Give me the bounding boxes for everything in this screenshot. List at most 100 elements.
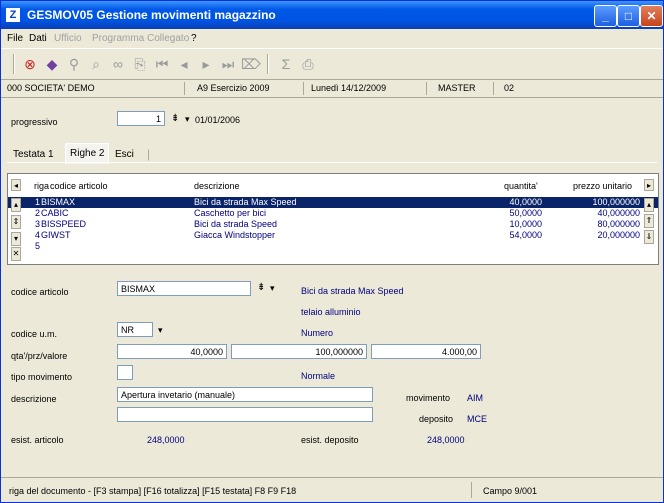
insert-icon[interactable]: ⎘ [131, 55, 149, 73]
movimento-value: AIM [467, 393, 484, 403]
tab-divider: | [147, 147, 151, 161]
status-field-counter: Campo 9/001 [483, 486, 538, 496]
search-icon[interactable]: ⚲ [65, 55, 83, 73]
row-up-button[interactable]: ▴ [11, 198, 21, 212]
row-riga: 5 [34, 241, 40, 251]
deposito-value: MCE [467, 414, 487, 424]
toolbar-grip [13, 54, 15, 74]
codice-um-label: codice u.m. [11, 329, 58, 339]
maximize-button[interactable]: □ [617, 5, 640, 27]
close-button[interactable]: ✕ [640, 5, 663, 27]
lookup-icon[interactable]: ⇟ [171, 113, 179, 124]
table-row[interactable]: 3 BISSPEED Bici da strada Speed 10,0000 … [8, 219, 658, 230]
menu-ufficio[interactable]: Ufficio [54, 33, 82, 44]
info-bar: 000 SOCIETA' DEMO A9 Esercizio 2009 Lune… [1, 81, 663, 98]
find-icon[interactable]: ⌕ [87, 55, 105, 73]
row-prezzo: 80,000000 [597, 219, 640, 229]
row-quantita: 50,0000 [509, 208, 542, 218]
esist-articolo-value: 248,0000 [147, 435, 185, 445]
row-quantita: 40,0000 [509, 197, 542, 207]
lookup-icon[interactable]: ⇟ [257, 282, 265, 293]
grid-header: riga codice articolo descrizione quantit… [8, 176, 658, 191]
first-record-icon[interactable]: ⏮ [153, 55, 171, 73]
dropdown-icon[interactable]: ▾ [158, 325, 163, 336]
row-riga: 2 [34, 208, 40, 218]
row-delete-button[interactable]: ✕ [11, 247, 21, 261]
next-record-icon[interactable]: ▸ [197, 55, 215, 73]
row-down-button[interactable]: ▾ [11, 232, 21, 246]
last-record-icon[interactable]: ⏭ [219, 55, 237, 73]
status-hint: riga del documento - [F3 stampa] [F16 to… [9, 486, 297, 496]
page-up-button[interactable]: ⇑ [644, 214, 654, 228]
dropdown-icon[interactable]: ▾ [270, 283, 275, 294]
row-descrizione: Giacca Windstopper [194, 230, 276, 240]
row-prezzo: 40,000000 [597, 208, 640, 218]
sum-icon[interactable]: Σ [277, 55, 295, 73]
window-title: GESMOV05 Gestione movimenti magazzino [27, 8, 276, 22]
codice-articolo-label: codice articolo [11, 287, 69, 297]
col-prezzo-unitario[interactable]: prezzo unitario [573, 181, 632, 191]
info-separator [426, 82, 427, 95]
cancel-icon[interactable]: ⊗ [21, 55, 39, 73]
row-riga: 1 [34, 197, 40, 207]
col-codice-articolo[interactable]: codice articolo [50, 181, 108, 191]
rows-grid[interactable]: riga codice articolo descrizione quantit… [7, 173, 659, 265]
codice-um-input[interactable]: NR [117, 322, 153, 337]
menu-programma-collegato[interactable]: Programma Collegato [92, 33, 189, 44]
row-insert-button[interactable]: ⇕ [11, 215, 21, 229]
scroll-right-button[interactable]: ▸ [644, 179, 654, 191]
codice-articolo-input[interactable]: BISMAX [117, 281, 251, 296]
menu-dati[interactable]: Dati [29, 33, 47, 44]
row-riga: 3 [34, 219, 40, 229]
col-riga[interactable]: riga [34, 181, 49, 191]
col-descrizione[interactable]: descrizione [194, 181, 240, 191]
row-riga: 4 [34, 230, 40, 240]
descrizione-input-2[interactable] [117, 407, 373, 422]
table-row[interactable]: 4 GIWST Giacca Windstopper 54,0000 20,00… [8, 230, 658, 241]
table-row[interactable]: 5 [8, 241, 658, 252]
um-description: Numero [301, 328, 334, 338]
binoculars-icon[interactable]: ∞ [109, 55, 127, 73]
page-down-button[interactable]: ⇓ [644, 230, 654, 244]
minimize-button[interactable]: _ [594, 5, 617, 27]
user-name: MASTER [438, 83, 476, 93]
quantita-input[interactable]: 40,0000 [117, 344, 227, 359]
row-codice: GIWST [41, 230, 71, 240]
scroll-up-button[interactable]: ▴ [644, 198, 654, 212]
tipo-movimento-input[interactable] [117, 365, 133, 380]
esist-articolo-label: esist. articolo [11, 435, 64, 445]
tab-righe[interactable]: Righe 2 [65, 143, 110, 164]
valore-input[interactable]: 4.000,00 [371, 344, 481, 359]
descrizione-label: descrizione [11, 394, 57, 404]
tipo-movimento-label: tipo movimento [11, 372, 73, 382]
tab-testata[interactable]: Testata 1 [13, 147, 54, 163]
current-date: Lunedì 14/12/2009 [311, 83, 387, 93]
scroll-left-button[interactable]: ◂ [11, 179, 21, 191]
print-icon[interactable]: ⎙ [299, 55, 317, 73]
row-prezzo: 20,000000 [597, 230, 640, 240]
dropdown-icon[interactable]: ▾ [185, 114, 190, 125]
prev-record-icon[interactable]: ◂ [175, 55, 193, 73]
deposito-label: deposito [419, 414, 454, 424]
exercise: A9 Esercizio 2009 [197, 83, 270, 93]
row-codice: BISMAX [41, 197, 76, 207]
book-icon[interactable]: ◆ [43, 55, 61, 73]
qta-prz-valore-label: qta'/prz/valore [11, 351, 68, 361]
col-quantita[interactable]: quantita' [504, 181, 538, 191]
row-quantita: 54,0000 [509, 230, 542, 240]
tab-esci[interactable]: Esci [115, 147, 134, 163]
table-row[interactable]: 1 BISMAX Bici da strada Max Speed 40,000… [8, 197, 658, 208]
company-name: 000 SOCIETA' DEMO [7, 83, 95, 93]
tipo-movimento-description: Normale [301, 371, 336, 381]
menu-help[interactable]: ? [191, 33, 197, 44]
menu-file[interactable]: File [7, 33, 23, 44]
app-icon: Z [6, 8, 20, 22]
progressivo-input[interactable]: 1 [117, 111, 165, 126]
prezzo-input[interactable]: 100,000000 [231, 344, 367, 359]
table-row[interactable]: 2 CABIC Caschetto per bici 50,0000 40,00… [8, 208, 658, 219]
delete-icon[interactable]: ⌦ [241, 55, 261, 73]
row-descrizione: Caschetto per bici [194, 208, 267, 218]
descrizione-input[interactable]: Apertura invetario (manuale) [117, 387, 373, 402]
row-quantita: 10,0000 [509, 219, 542, 229]
title-bar[interactable]: Z GESMOV05 Gestione movimenti magazzino … [1, 1, 663, 29]
